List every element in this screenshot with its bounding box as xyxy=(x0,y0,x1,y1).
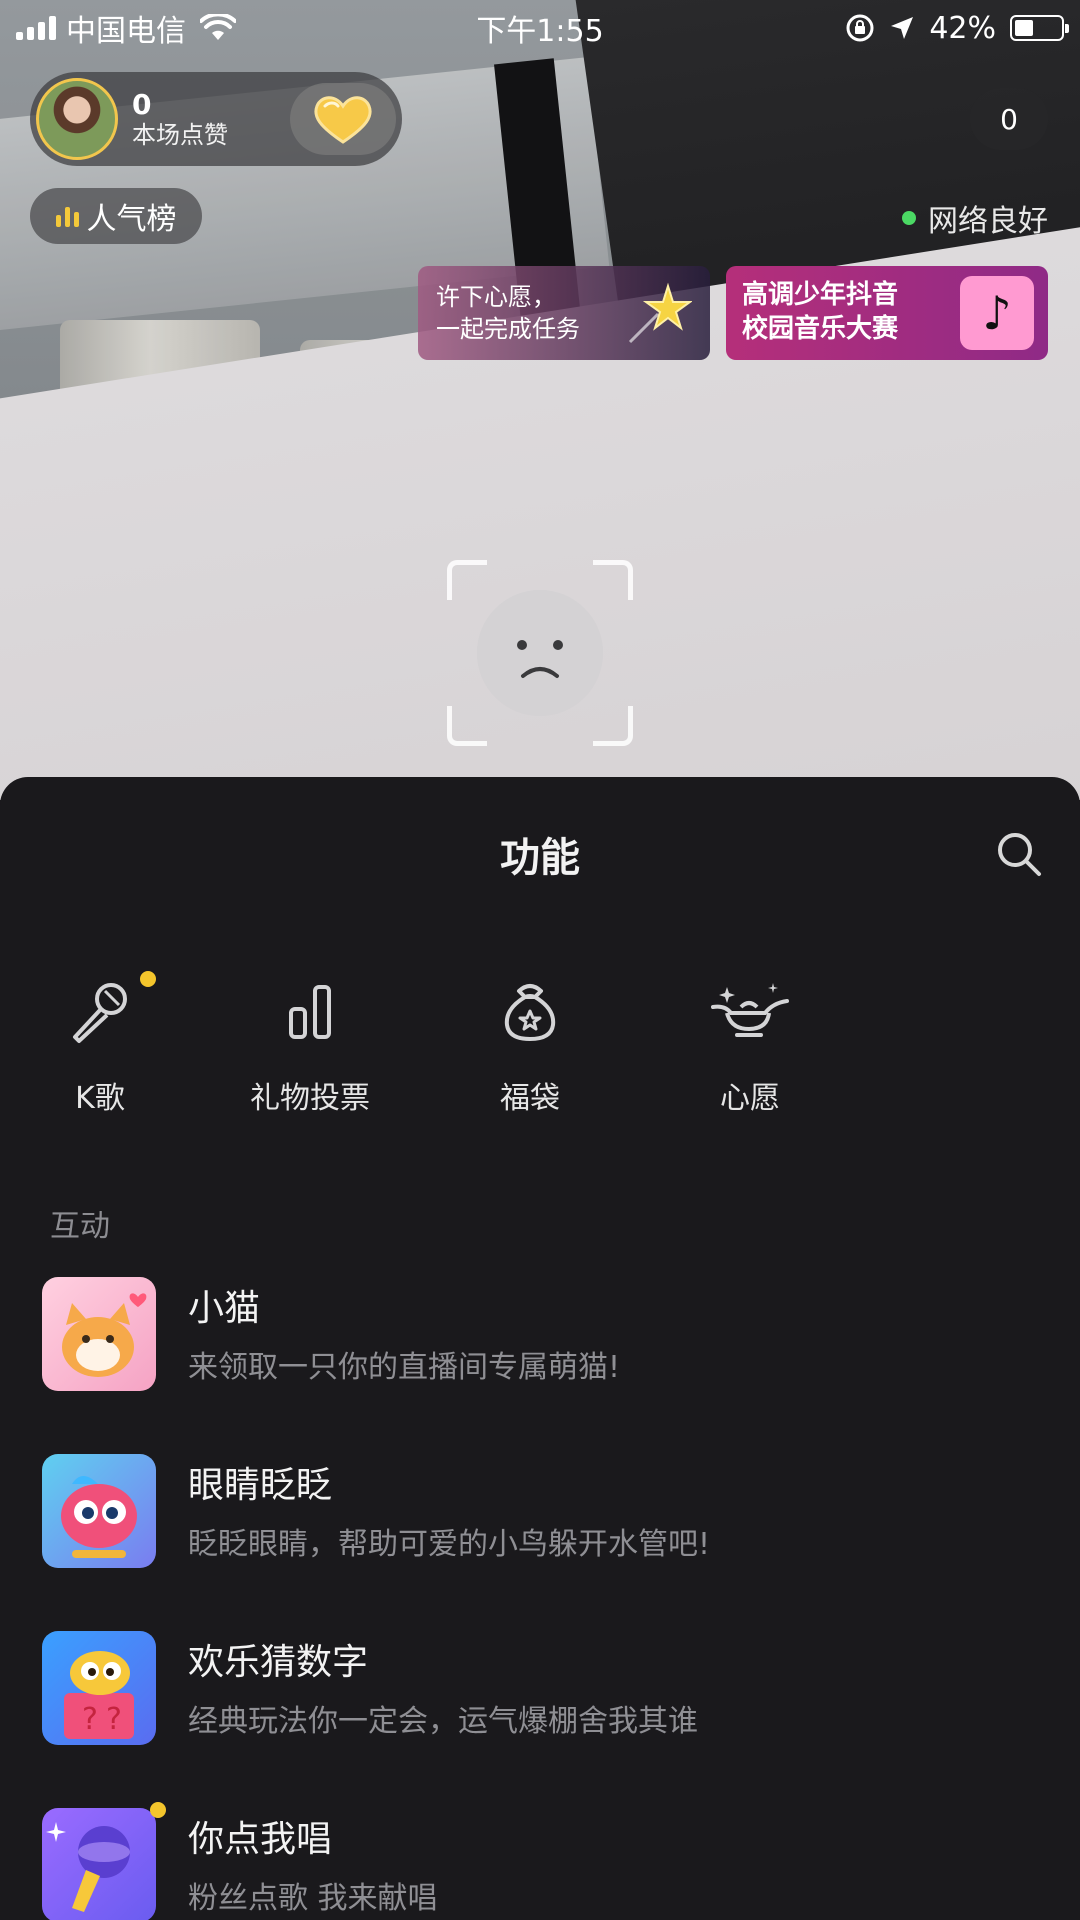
game-desc: 粉丝点歌 我来献唱 xyxy=(188,1881,438,1917)
feature-lucky-bag[interactable]: 福袋 xyxy=(420,977,640,1117)
sad-face-icon xyxy=(477,590,603,716)
feature-new-badge xyxy=(140,971,156,987)
popularity-rank-button[interactable]: 人气榜 xyxy=(30,188,202,244)
face-detect-frame xyxy=(447,560,633,746)
feature-karaoke[interactable]: K歌 xyxy=(0,971,200,1117)
magic-lamp-icon xyxy=(711,983,789,1037)
game-new-badge xyxy=(150,1802,166,1818)
cat-game-icon xyxy=(42,1277,156,1391)
bar-chart-icon xyxy=(289,985,331,1039)
game-list: 小猫 来领取一只你的直播间专属萌猫! 眼睛眨眨 眨眨眼睛，帮助可爱的小鸟躲开水管… xyxy=(0,1277,1080,1920)
wish-banner-line-2: 一起完成任务 xyxy=(436,315,580,343)
music-banner-line-2: 校园音乐大赛 xyxy=(742,314,899,344)
music-contest-banner[interactable]: 高调少年抖音 校园音乐大赛 ♪ xyxy=(726,266,1048,360)
game-item-blink-bird[interactable]: 眼睛眨眨 眨眨眼睛，帮助可爱的小鸟躲开水管吧! xyxy=(0,1454,1080,1631)
game-name: 眼睛眨眨 xyxy=(188,1465,333,1506)
feature-gift-vote[interactable]: 礼物投票 xyxy=(200,977,420,1117)
guess-number-game-icon: ? ? xyxy=(42,1631,156,1745)
rank-bars-icon xyxy=(55,205,79,227)
sing-request-game-icon xyxy=(42,1808,156,1920)
svg-text:?: ? xyxy=(82,1702,98,1737)
rotation-lock-icon xyxy=(846,14,874,42)
network-status: 网络良好 xyxy=(902,196,1048,240)
feature-label: 心愿 xyxy=(720,1081,780,1116)
rank-label: 人气榜 xyxy=(86,202,177,237)
game-desc: 来领取一只你的直播间专属萌猫! xyxy=(188,1350,621,1386)
microphone-icon xyxy=(73,983,127,1043)
function-sheet: 功能 K歌 礼物投票 福袋 心愿 互动 小猫 来领取一只你的直播间专属萌猫! 眼… xyxy=(0,777,1080,1920)
wish-banner[interactable]: 许下心愿， 一起完成任务 xyxy=(418,266,710,360)
carrier-name: 中国电信 xyxy=(66,14,186,49)
game-item-guess-number[interactable]: ? ? 欢乐猜数字 经典玩法你一定会，运气爆棚舍我其谁 xyxy=(0,1631,1080,1808)
bird-game-icon xyxy=(42,1454,156,1568)
feature-label: 福袋 xyxy=(500,1081,560,1116)
host-info-card[interactable]: 0 本场点赞 xyxy=(30,72,402,166)
shooting-star-icon xyxy=(628,282,692,344)
game-desc: 眨眨眼睛，帮助可爱的小鸟躲开水管吧! xyxy=(188,1527,711,1563)
sheet-title: 功能 xyxy=(500,835,580,881)
music-banner-line-1: 高调少年抖音 xyxy=(742,280,899,311)
feature-wish[interactable]: 心愿 xyxy=(640,977,860,1117)
host-avatar[interactable] xyxy=(36,78,118,160)
tiktok-logo-icon: ♪ xyxy=(960,276,1034,350)
signal-icon xyxy=(16,16,56,40)
like-count: 0 xyxy=(132,87,152,121)
network-status-label: 网络良好 xyxy=(928,204,1048,239)
game-desc: 经典玩法你一定会，运气爆棚舍我其谁 xyxy=(188,1704,698,1740)
game-name: 欢乐猜数字 xyxy=(188,1642,369,1683)
lucky-bag-icon xyxy=(504,984,556,1041)
feature-label: K歌 xyxy=(75,1081,125,1116)
status-bar: 中国电信 下午1:55 42% xyxy=(0,0,1080,56)
heart-icon xyxy=(314,96,372,144)
network-dot-icon xyxy=(902,211,916,225)
battery-percent: 42% xyxy=(929,10,996,46)
like-heart-button[interactable] xyxy=(290,83,396,155)
search-icon[interactable] xyxy=(994,829,1044,879)
feature-row: K歌 礼物投票 福袋 心愿 xyxy=(0,971,1080,1117)
location-arrow-icon xyxy=(891,17,914,39)
battery-icon xyxy=(1010,15,1069,41)
interaction-section-label: 互动 xyxy=(50,1209,110,1244)
wish-banner-line-1: 许下心愿， xyxy=(436,282,556,311)
like-label: 本场点赞 xyxy=(132,121,228,150)
game-name: 小猫 xyxy=(188,1288,261,1329)
viewer-count[interactable]: 0 xyxy=(970,88,1048,150)
svg-text:?: ? xyxy=(106,1702,122,1737)
feature-label: 礼物投票 xyxy=(250,1081,370,1116)
game-item-cat[interactable]: 小猫 来领取一只你的直播间专属萌猫! xyxy=(0,1277,1080,1454)
game-item-sing-request[interactable]: 你点我唱 粉丝点歌 我来献唱 xyxy=(0,1802,1080,1920)
wifi-icon xyxy=(200,14,236,40)
game-name: 你点我唱 xyxy=(188,1819,333,1860)
